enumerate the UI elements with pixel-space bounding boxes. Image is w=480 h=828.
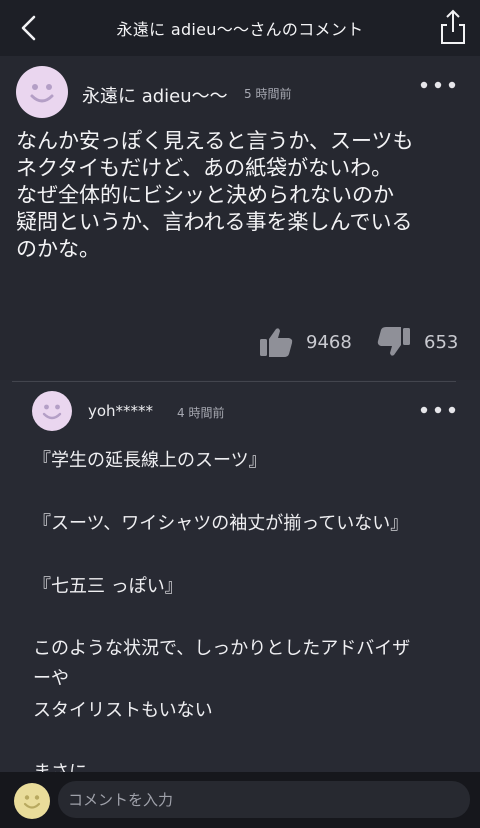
reply-line: 『スーツ、ワイシャツの袖丈が揃っていない』 (33, 513, 409, 534)
comment-line: なぜ全体的にビシッと決められないのか (16, 183, 394, 207)
reply-author[interactable]: yoh***** (88, 402, 153, 420)
more-icon[interactable] (418, 75, 458, 95)
page-title: 永遠に adieu〜〜さんのコメント (116, 20, 364, 39)
top-bar: 永遠に adieu〜〜さんのコメント (0, 0, 480, 56)
comment-time: 5 時間前 (244, 87, 292, 101)
thumbs-up-icon (260, 328, 293, 357)
thumbs-down-icon (377, 327, 410, 356)
share-icon[interactable] (438, 8, 468, 46)
reply-line: スタイリストもいない (33, 700, 213, 721)
comment-body: なんか安っぽく見えると言うか、スーツも ネクタイもだけど、あの紙袋がないわ。 な… (16, 128, 468, 263)
comment-line: 疑問というか、言われる事を楽しんでいる (16, 210, 413, 234)
comment-input[interactable] (58, 781, 470, 818)
reply-line: このような状況で、しっかりとしたアドバイザ (33, 638, 411, 659)
comment-line: ネクタイもだけど、あの紙袋がないわ。 (16, 156, 393, 180)
avatar[interactable] (16, 66, 68, 118)
comment-line: なんか安っぽく見えると言うか、スーツも (16, 129, 414, 153)
reply-line: 『七五三 っぽい』 (33, 576, 183, 597)
reply-time: 4 時間前 (177, 406, 225, 420)
like-button[interactable]: 9468 (258, 326, 352, 358)
avatar[interactable] (32, 391, 72, 431)
dislike-button[interactable]: 653 (376, 326, 458, 358)
smiley-avatar-icon (14, 783, 50, 819)
reply-line: 『学生の延長線上のスーツ』 (33, 450, 267, 471)
comment-line: のかな。 (16, 237, 100, 261)
reply-line: ーや (33, 668, 69, 689)
like-count: 9468 (306, 331, 352, 353)
dislike-count: 653 (424, 331, 459, 353)
back-chevron-icon[interactable] (14, 13, 44, 43)
more-icon[interactable] (418, 400, 458, 420)
comment-author[interactable]: 永遠に adieu〜〜 (82, 82, 228, 108)
